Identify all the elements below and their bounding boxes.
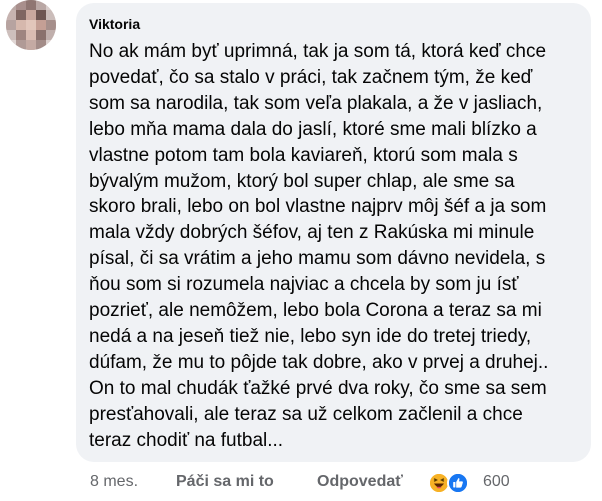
comment-text: No ak mám byť uprimná, tak ja som tá, kt… (89, 39, 567, 454)
comment-text-line: pozrieť, ale nemôžem, lebo bola Corona a… (89, 300, 542, 322)
comment-bubble: Viktoria No ak mám byť uprimná, tak ja s… (76, 3, 591, 462)
comment-actions: 8 mes. Páči sa mi to Odpovedať 600 (0, 466, 602, 500)
comment-author[interactable]: Viktoria (89, 15, 579, 33)
comment-text-line: teraz chodiť na futbal... (89, 429, 284, 451)
comment-text-line: On to mal chudák ťažké prvé dva roky, čo… (89, 377, 547, 399)
comment-text-line: lebo mňa mama dala do jaslí, ktoré sme m… (89, 118, 537, 140)
avatar-image (6, 0, 56, 50)
comment-text-line: ňou som si rozumela najviac a chcela by … (89, 274, 519, 296)
comment-text-line: vlastne potom tam bola kaviareň, ktorú s… (89, 144, 518, 166)
comment-text-line: dúfam, že mu to pôjde tak dobre, ako v p… (89, 351, 549, 373)
like-button[interactable]: Páči sa mi to (176, 473, 274, 491)
like-icon (447, 472, 469, 494)
comment-text-line: presťahovali, ale teraz sa už celkom zač… (89, 403, 523, 425)
comment-text-line: povedať, čo sa stalo v práci, tak začnem… (89, 66, 533, 88)
reaction-count: 600 (483, 473, 510, 490)
comment-text-line: skoro brali, lebo on bol vlastne najprv … (89, 196, 547, 218)
comment-text-line: som sa narodila, tak som veľa plakala, a… (89, 92, 543, 114)
comment-text-line: bývalým mužom, ktorý bol super chlap, al… (89, 170, 515, 192)
avatar[interactable] (6, 0, 56, 50)
comment-text-line: písal, či sa vrátim a jeho mamu som dávn… (89, 248, 546, 270)
comment-text-line: No ak mám byť uprimná, tak ja som tá, kt… (89, 41, 547, 62)
comment-timestamp[interactable]: 8 mes. (90, 473, 138, 491)
comment-text-line: mala vždy dobrých šéfov, aj ten z Rakúsk… (89, 222, 535, 244)
reply-button[interactable]: Odpovedať (317, 473, 403, 491)
comment-text-line: nedá a na jeseň tiež nie, lebo syn ide d… (89, 325, 532, 347)
